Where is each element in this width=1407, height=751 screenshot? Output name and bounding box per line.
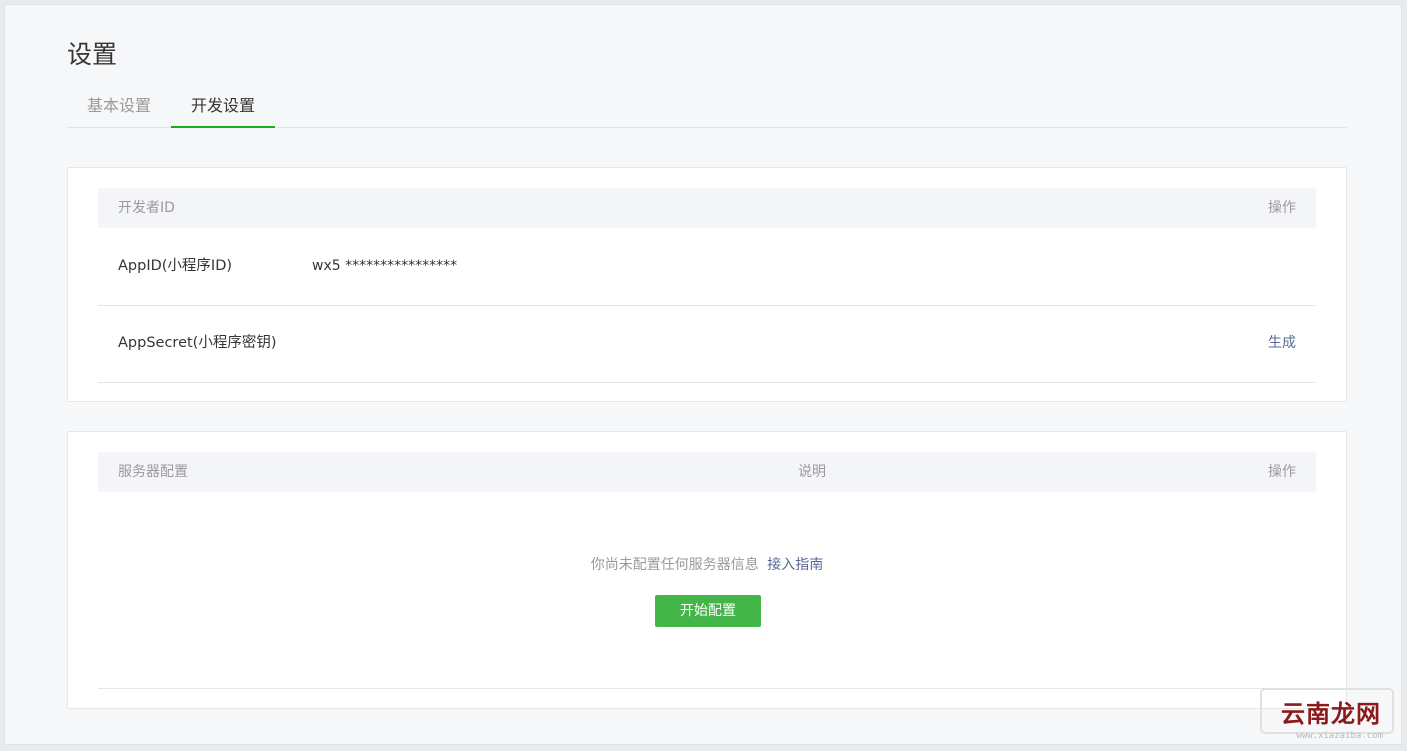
generate-secret-link[interactable]: 生成 [1268, 305, 1296, 382]
appsecret-label: AppSecret(小程序密钥) [118, 335, 277, 351]
settings-tabs: 基本设置 开发设置 [67, 89, 1347, 128]
header-server-config: 服务器配置 [118, 464, 188, 480]
page-title: 设置 [67, 40, 118, 69]
start-config-button[interactable]: 开始配置 [655, 595, 761, 627]
empty-state: 你尚未配置任何服务器信息 接入指南 [68, 554, 1346, 574]
appid-value: wx5 **************** [312, 258, 458, 274]
header-action: 操作 [1268, 200, 1296, 216]
header-description: 说明 [798, 464, 826, 480]
header-action: 操作 [1268, 464, 1296, 480]
developer-id-table-header: 开发者ID 操作 [98, 188, 1316, 228]
watermark-text: 云南龙网 [1281, 700, 1381, 728]
server-config-table-header: 服务器配置 说明 操作 [98, 452, 1316, 492]
watermark-url: www.xiazaiba.com [1296, 731, 1383, 741]
developer-id-card: 开发者ID 操作 AppID(小程序ID) wx5 **************… [67, 167, 1347, 402]
appid-row: AppID(小程序ID) wx5 **************** [98, 228, 1316, 306]
settings-page: 设置 基本设置 开发设置 开发者ID 操作 AppID(小程序ID) wx5 *… [4, 4, 1402, 745]
site-watermark: 云南龙网 www.xiazaiba.com [1257, 683, 1397, 743]
header-developer-id: 开发者ID [118, 200, 175, 216]
empty-message: 你尚未配置任何服务器信息 [590, 557, 759, 573]
appsecret-row: AppSecret(小程序密钥) 生成 [98, 305, 1316, 383]
tab-basic-settings[interactable]: 基本设置 [67, 89, 171, 126]
table-divider [98, 688, 1316, 689]
access-guide-link[interactable]: 接入指南 [767, 557, 823, 573]
appid-label: AppID(小程序ID) [118, 258, 233, 274]
server-config-card: 服务器配置 说明 操作 你尚未配置任何服务器信息 接入指南 开始配置 [67, 431, 1347, 709]
tab-dev-settings[interactable]: 开发设置 [171, 89, 275, 128]
